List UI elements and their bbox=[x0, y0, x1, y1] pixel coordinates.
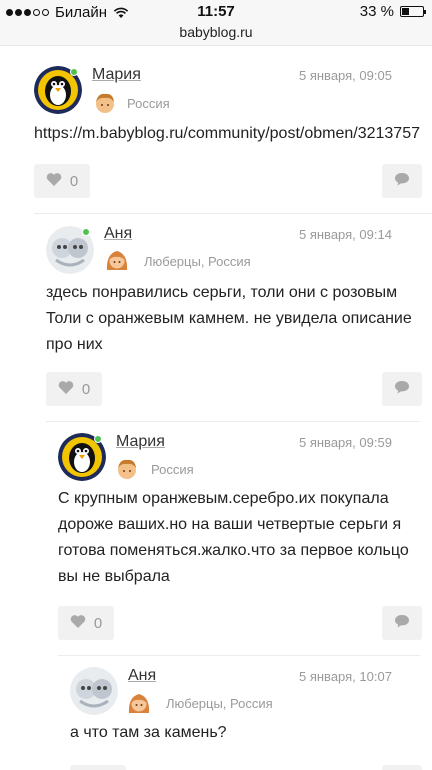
comment-icon bbox=[394, 172, 410, 191]
comment-location: Люберцы, Россия bbox=[144, 254, 251, 269]
comment: Аня 5 января, 10:07 Люберцы, Россия а чт… bbox=[70, 667, 422, 770]
reply-button[interactable] bbox=[382, 372, 422, 406]
comment: Мария 5 января, 09:59 Россия С крупным о… bbox=[58, 433, 422, 656]
online-indicator bbox=[70, 68, 78, 76]
like-button[interactable]: 0 bbox=[58, 606, 114, 640]
comment-text[interactable]: https://m.babyblog.ru/community/post/obm… bbox=[34, 121, 432, 147]
user-face-icon bbox=[118, 459, 136, 479]
battery-status: 33 % bbox=[359, 3, 426, 20]
comment-text: здесь понравились серьги, толи они с роз… bbox=[46, 284, 412, 353]
online-indicator bbox=[82, 228, 90, 236]
like-button[interactable]: 0 bbox=[46, 372, 102, 406]
reply-button[interactable] bbox=[382, 606, 422, 640]
divider bbox=[34, 213, 432, 214]
comment: Аня 5 января, 09:14 Люберцы, Россия здес… bbox=[46, 225, 422, 422]
user-face-icon bbox=[128, 694, 150, 713]
comment-date: 5 января, 09:14 bbox=[299, 227, 392, 242]
comment-date: 5 января, 09:05 bbox=[299, 68, 392, 83]
comment-author[interactable]: Мария bbox=[116, 433, 165, 451]
reply-button[interactable] bbox=[382, 164, 422, 198]
online-indicator bbox=[94, 435, 102, 443]
comment-location: Люберцы, Россия bbox=[166, 696, 273, 711]
comment-author[interactable]: Аня bbox=[104, 225, 132, 243]
comment: Мария 5 января, 09:05 Россия https://m.b… bbox=[34, 66, 432, 216]
comment-date: 5 января, 10:07 bbox=[299, 669, 392, 684]
heart-icon bbox=[46, 172, 62, 191]
comment-icon bbox=[394, 380, 410, 399]
comment-text: а что там за камень? bbox=[70, 724, 227, 741]
divider bbox=[58, 655, 420, 656]
url-text: babyblog.ru bbox=[179, 24, 253, 40]
like-button[interactable]: 0 bbox=[34, 164, 90, 198]
like-count: 0 bbox=[93, 614, 103, 632]
comment-author[interactable]: Мария bbox=[92, 66, 141, 84]
heart-icon bbox=[58, 380, 74, 399]
comment-location: Россия bbox=[127, 96, 170, 111]
like-count: 0 bbox=[69, 172, 79, 190]
reply-button[interactable] bbox=[382, 765, 422, 770]
comment-date: 5 января, 09:59 bbox=[299, 435, 392, 450]
battery-percent: 33 % bbox=[359, 3, 394, 20]
comment-location: Россия bbox=[151, 462, 194, 477]
user-face-icon bbox=[106, 251, 128, 270]
heart-icon bbox=[70, 614, 86, 633]
avatar[interactable] bbox=[70, 667, 118, 715]
comment-author[interactable]: Аня bbox=[128, 667, 156, 685]
user-face-icon bbox=[96, 93, 114, 113]
status-bar: Билайн 11:57 33 % bbox=[0, 0, 432, 24]
comment-icon bbox=[394, 614, 410, 633]
like-button[interactable] bbox=[70, 765, 126, 770]
like-count: 0 bbox=[81, 380, 91, 398]
battery-icon bbox=[400, 6, 426, 17]
comment-text: С крупным оранжевым.серебро.их покупала … bbox=[58, 490, 409, 585]
divider bbox=[46, 421, 420, 422]
address-bar[interactable]: babyblog.ru bbox=[0, 24, 432, 46]
